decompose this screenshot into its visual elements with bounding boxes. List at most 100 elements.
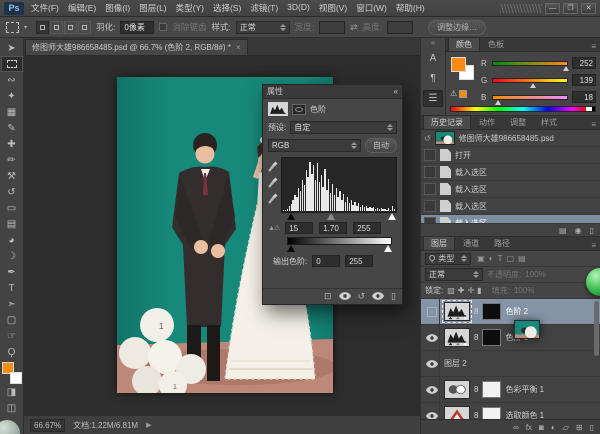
move-tool[interactable]: ➤ <box>1 40 23 56</box>
layer-style-icon[interactable]: fx <box>526 423 532 432</box>
lock-all-icon[interactable]: ▮ <box>477 286 481 295</box>
close-button[interactable]: ✕ <box>581 3 596 14</box>
auto-button[interactable]: 自动 <box>365 138 397 153</box>
type-tool[interactable]: T <box>1 280 23 296</box>
properties-panel-icon[interactable]: ☰ <box>423 90 443 107</box>
clip-to-layer-icon[interactable]: ⊡ <box>324 291 332 302</box>
layer-row-levels-1[interactable]: 8 色阶 1 <box>421 325 600 351</box>
tool-preset-caret-icon[interactable]: ▾ <box>24 24 27 31</box>
visibility-cell[interactable] <box>424 325 440 350</box>
zoom-tool[interactable]: Ϙ <box>1 344 23 360</box>
filter-type-layers-icon[interactable]: T <box>498 254 503 263</box>
shape-tool[interactable]: ▢ <box>1 312 23 328</box>
subtract-selection-icon[interactable] <box>64 21 77 34</box>
history-brush-tool[interactable]: ↺ <box>1 184 23 200</box>
healing-brush-tool[interactable]: ✚ <box>1 136 23 152</box>
background-color-swatch[interactable] <box>10 372 22 384</box>
delete-layer-icon[interactable]: ▯ <box>590 423 594 432</box>
gradient-tool[interactable]: ▤ <box>1 216 23 232</box>
new-document-from-state-icon[interactable]: ▤ <box>559 226 567 235</box>
layer-row-levels-2[interactable]: 8 色阶 2 <box>421 299 600 325</box>
input-black-field[interactable]: 15 <box>285 222 313 234</box>
link-layers-icon[interactable]: ∞ <box>513 423 519 432</box>
history-step-row[interactable]: 打开 <box>421 147 600 164</box>
intersect-selection-icon[interactable] <box>78 21 91 34</box>
mask-link-icon[interactable]: 8 <box>474 333 478 342</box>
hand-tool[interactable]: ☞ <box>1 328 23 344</box>
gamut-warning-icon[interactable]: ⚠ <box>450 89 457 98</box>
mask-link-icon[interactable]: 8 <box>474 411 478 419</box>
visibility-cell[interactable] <box>424 377 440 402</box>
new-selection-icon[interactable] <box>36 21 49 34</box>
refresh-histogram-icon[interactable]: ▲⚠ <box>268 224 279 232</box>
filter-pixel-layers-icon[interactable]: ▣ <box>477 254 485 263</box>
tab-styles[interactable]: 样式 <box>534 116 564 129</box>
tab-adjustments[interactable]: 调整 <box>503 116 533 129</box>
input-gamma-field[interactable]: 1.70 <box>319 222 347 234</box>
history-source-checkbox[interactable] <box>424 200 436 212</box>
visibility-cell[interactable] <box>424 351 440 376</box>
toggle-visibility-icon[interactable] <box>372 292 384 302</box>
status-menu-arrow-icon[interactable]: ▶ <box>146 421 151 429</box>
history-step-row-selected[interactable]: 载入选区 <box>421 215 600 223</box>
menu-image[interactable]: 图像(I) <box>105 2 130 14</box>
menu-file[interactable]: 文件(F) <box>31 2 59 14</box>
black-output-slider[interactable] <box>287 245 295 252</box>
layer-row-selective-color[interactable]: 8 选取颜色 1 <box>421 403 600 419</box>
tab-history[interactable]: 历史记录 <box>423 115 471 129</box>
output-black-field[interactable]: 0 <box>312 255 340 267</box>
layers-scrollbar[interactable] <box>594 301 599 356</box>
restore-button[interactable]: ❐ <box>563 3 578 14</box>
history-step-row[interactable]: 载入选区 <box>421 198 600 215</box>
black-point-eyedropper-icon[interactable] <box>268 161 278 172</box>
panel-collapse-icon[interactable]: « <box>394 87 398 96</box>
tab-layers[interactable]: 图层 <box>423 236 455 250</box>
lock-pixels-icon[interactable]: ✚ <box>458 286 465 295</box>
new-snapshot-icon[interactable]: ◉ <box>575 226 582 235</box>
opacity-value[interactable]: 100% <box>525 270 545 279</box>
path-select-tool[interactable]: ➣ <box>1 296 23 312</box>
minimize-button[interactable]: — <box>545 3 560 14</box>
filter-shape-layers-icon[interactable]: ▢ <box>507 254 515 263</box>
white-output-slider[interactable] <box>384 245 392 252</box>
dodge-tool[interactable]: ☽ <box>1 248 23 264</box>
history-source-checkbox[interactable] <box>424 149 436 161</box>
brush-tool[interactable]: ✏ <box>1 152 23 168</box>
eraser-tool[interactable]: ▭ <box>1 200 23 216</box>
lock-position-icon[interactable]: ✛ <box>468 286 475 295</box>
input-white-field[interactable]: 255 <box>353 222 381 234</box>
layer-mask-thumbnail[interactable] <box>482 303 501 320</box>
menu-window[interactable]: 窗口(W) <box>356 2 387 14</box>
paragraph-panel-icon[interactable]: ¶ <box>423 70 443 87</box>
history-brush-source-icon[interactable]: ↺ <box>424 134 431 143</box>
quick-select-tool[interactable]: ✦ <box>1 88 23 104</box>
swap-dimensions-icon[interactable]: ⇄ <box>350 22 358 33</box>
new-layer-icon[interactable]: ⊞ <box>576 423 583 432</box>
filter-adjustment-layers-icon[interactable]: ◐ <box>489 254 494 263</box>
view-previous-state-icon[interactable] <box>339 292 351 302</box>
pen-tool[interactable]: ✒ <box>1 264 23 280</box>
reset-adjustment-icon[interactable]: ↺ <box>358 291 366 302</box>
gray-point-eyedropper-icon[interactable] <box>268 177 278 188</box>
layer-mask-thumbnail[interactable] <box>482 329 501 346</box>
preset-dropdown[interactable]: 自定 <box>290 121 397 134</box>
white-input-slider[interactable] <box>388 213 396 220</box>
character-panel-icon[interactable]: A <box>423 50 443 67</box>
menu-edit[interactable]: 编辑(E) <box>68 2 96 14</box>
fill-value[interactable]: 100% <box>514 286 534 295</box>
menu-help[interactable]: 帮助(H) <box>396 2 425 14</box>
menu-select[interactable]: 选择(S) <box>213 2 241 14</box>
levels-thumbnail[interactable] <box>444 302 470 321</box>
height-input[interactable] <box>387 21 413 34</box>
channel-dropdown[interactable]: RGB <box>268 139 361 152</box>
panel-menu-icon[interactable]: ≡ <box>591 42 598 51</box>
add-selection-icon[interactable] <box>50 21 63 34</box>
expand-dock-icon[interactable]: « <box>431 40 435 47</box>
color-spectrum-bar[interactable] <box>450 106 596 112</box>
delete-state-icon[interactable]: ▯ <box>590 226 594 235</box>
lock-transparency-icon[interactable]: ▨ <box>447 286 455 295</box>
red-slider[interactable] <box>492 61 568 66</box>
tab-channels[interactable]: 通道 <box>456 237 486 250</box>
new-adjustment-layer-icon[interactable]: ◐ <box>551 423 556 432</box>
blue-value-field[interactable]: 18 <box>572 91 596 103</box>
